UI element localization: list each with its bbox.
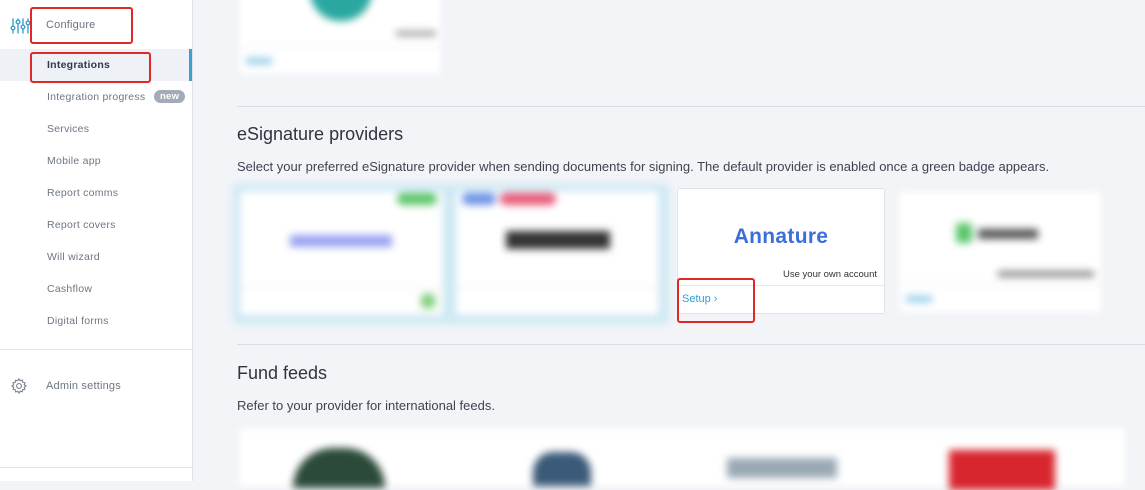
sidebar-item-label: Digital forms xyxy=(47,315,109,327)
card-footer: Setup › xyxy=(678,285,884,313)
sidebar-item-label: Will wizard xyxy=(47,251,100,263)
sliders-icon xyxy=(10,18,30,34)
sidebar-divider xyxy=(0,467,192,468)
annature-logo: Annature xyxy=(733,225,829,248)
sidebar-item-digital-forms[interactable]: Digital forms xyxy=(0,305,192,337)
sidebar-item-report-covers[interactable]: Report covers xyxy=(0,209,192,241)
sidebar-item-integration-progress[interactable]: Integration progress new xyxy=(0,81,192,113)
setup-link[interactable]: Setup › xyxy=(682,293,717,305)
sidebar-item-report-comms[interactable]: Report comms xyxy=(0,177,192,209)
account-note: Use your own account xyxy=(783,269,877,280)
sidebar-item-label: Services xyxy=(47,123,90,135)
new-badge: new xyxy=(154,90,186,103)
admin-settings-label: Admin settings xyxy=(46,380,121,392)
fund-feeds-title: Fund feeds xyxy=(237,363,328,383)
annature-provider-card[interactable]: Annature Use your own account Setup › xyxy=(677,188,885,314)
section-divider xyxy=(237,344,1145,345)
sidebar-item-integrations[interactable]: Integrations xyxy=(0,49,192,81)
esignature-title: eSignature providers xyxy=(237,124,404,144)
sidebar-item-admin-settings[interactable]: Admin settings xyxy=(0,372,192,402)
configure-label: Configure xyxy=(46,19,96,31)
sidebar: Configure Integrations Integration progr… xyxy=(0,0,193,481)
sidebar-item-services[interactable]: Services xyxy=(0,113,192,145)
sidebar-item-will-wizard[interactable]: Will wizard xyxy=(0,241,192,273)
sidebar-configure[interactable]: Configure xyxy=(0,8,192,44)
gear-icon xyxy=(10,377,28,395)
sidebar-item-label: Mobile app xyxy=(47,155,101,167)
section-divider xyxy=(237,106,1145,107)
sidebar-item-label: Integrations xyxy=(47,59,111,71)
main-content: eSignature providers Select your preferr… xyxy=(193,0,1145,490)
sidebar-item-label: Report comms xyxy=(47,187,119,199)
sidebar-item-label: Integration progress xyxy=(47,91,146,103)
sidebar-item-label: Cashflow xyxy=(47,283,93,295)
sidebar-item-cashflow[interactable]: Cashflow xyxy=(0,273,192,305)
fund-feeds-description: Refer to your provider for international… xyxy=(237,398,495,413)
sidebar-divider xyxy=(0,349,192,350)
esignature-description: Select your preferred eSignature provide… xyxy=(237,159,1050,174)
sidebar-item-mobile-app[interactable]: Mobile app xyxy=(0,145,192,177)
sidebar-item-label: Report covers xyxy=(47,219,116,231)
